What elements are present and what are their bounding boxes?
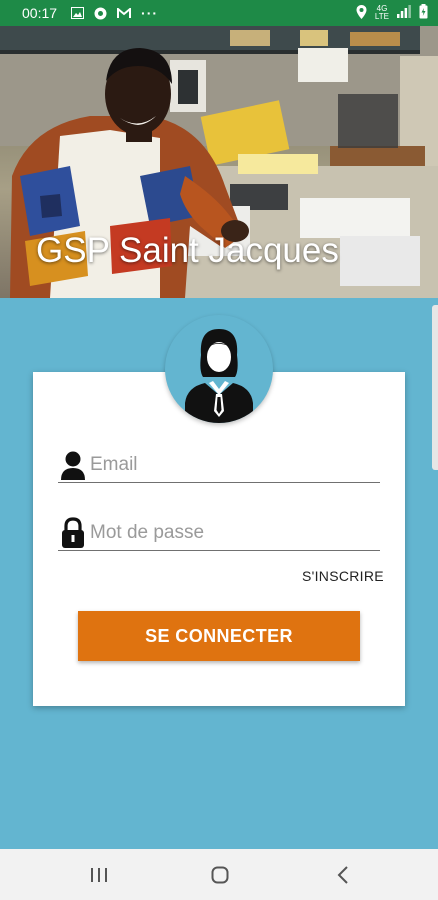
settings-notification-icon [94,7,107,20]
location-icon [356,4,367,22]
status-time: 00:17 [22,5,58,21]
email-input[interactable] [88,454,380,476]
system-navigation-bar [0,849,438,900]
network-type-bottom: LTE [374,12,389,21]
recent-apps-icon[interactable] [84,861,114,889]
lock-icon [58,516,88,550]
user-avatar-icon [165,315,273,423]
email-field [58,448,380,483]
home-icon[interactable] [205,861,235,889]
hero-banner: GSP Saint Jacques [0,26,438,298]
password-field [58,516,380,551]
gmail-icon [117,7,132,19]
person-icon [58,448,88,482]
signal-icon [397,5,411,21]
more-notifications-indicator: ··· [141,5,159,21]
back-icon[interactable] [328,861,358,889]
signup-link[interactable]: S'INSCRIRE [302,568,384,584]
login-button[interactable]: SE CONNECTER [78,611,360,661]
status-right-group: 4G LTE [356,4,428,22]
gallery-icon [71,7,85,19]
app-title: GSP Saint Jacques [36,231,339,270]
network-type: 4G LTE [375,5,389,21]
scrollbar-thumb[interactable] [432,305,438,470]
password-input[interactable] [88,522,380,544]
status-bar: 00:17 ··· 4G LTE [0,0,438,26]
battery-icon [419,4,428,22]
